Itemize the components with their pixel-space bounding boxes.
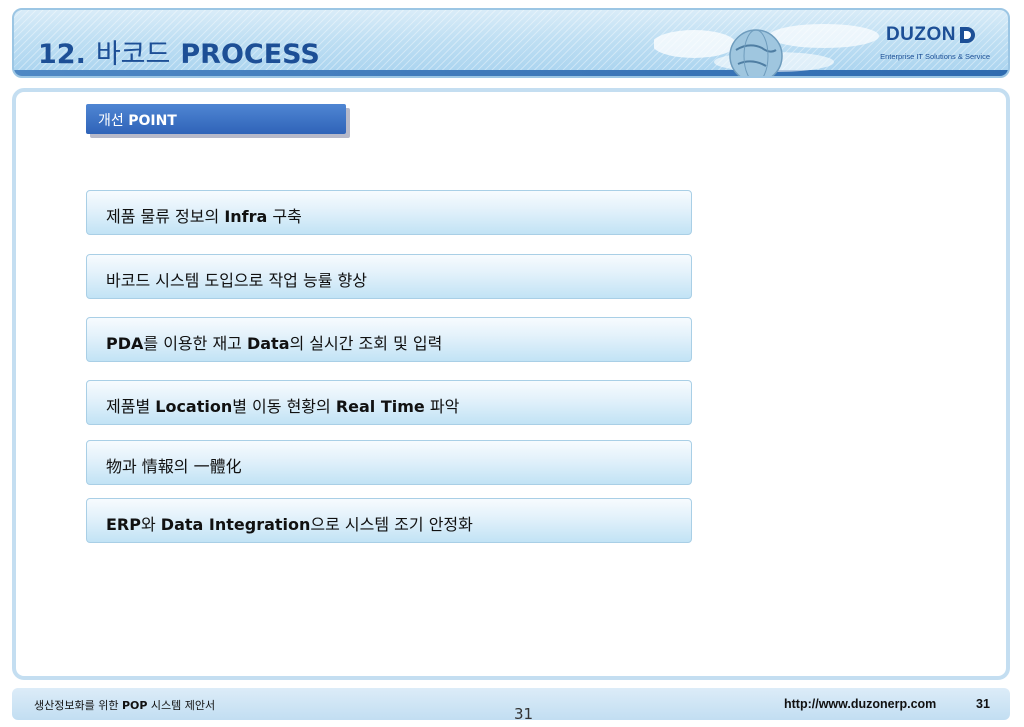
proposal-title: 생산정보화를 위한 POP 시스템 제안서 bbox=[34, 697, 215, 713]
improvement-item: 제품별 Location별 이동 현황의 Real Time 파악 bbox=[86, 380, 692, 425]
title-korean: 바코드 bbox=[95, 39, 171, 70]
improvement-item: 바코드 시스템 도입으로 작업 능률 향상 bbox=[86, 254, 692, 299]
footer-left-prefix: 생산정보화를 위한 bbox=[34, 699, 122, 712]
title-english: PROCESS bbox=[180, 39, 320, 70]
item-text-strong: Location bbox=[155, 397, 233, 416]
brand-name: DUZON bbox=[885, 24, 956, 45]
item-text: 바코드 시스템 도입으로 작업 능률 향상 bbox=[106, 271, 367, 290]
item-text-strong: Infra bbox=[224, 207, 268, 226]
globe-cloud-illustration bbox=[654, 24, 879, 76]
item-text: 별 이동 현황의 bbox=[232, 397, 336, 416]
improvement-item: PDA를 이용한 재고 Data의 실시간 조회 및 입력 bbox=[86, 317, 692, 362]
item-text-strong: Data Integration bbox=[160, 515, 311, 534]
slide-footer: 생산정보화를 위한 POP 시스템 제안서 31 http://www.duzo… bbox=[12, 688, 1010, 723]
item-text: 를 이용한 재고 bbox=[143, 334, 247, 353]
duzon-logo: DUZON Enterprise IT Solutions & Service bbox=[864, 24, 994, 70]
footer-page-number: 31 bbox=[976, 697, 990, 711]
item-text-strong: Data bbox=[246, 334, 290, 353]
item-text: 구축 bbox=[267, 207, 302, 226]
improvement-item: ERP와 Data Integration으로 시스템 조기 안정화 bbox=[86, 498, 692, 543]
item-text: 와 bbox=[140, 515, 161, 534]
item-text: 의 실시간 조회 및 입력 bbox=[289, 334, 443, 353]
point-tab-prefix: 개선 bbox=[98, 113, 124, 129]
center-page-number: 31 bbox=[514, 705, 534, 723]
item-text: 物과 情報의 一體化 bbox=[106, 457, 242, 476]
improvement-point-tab: 개선 POINT bbox=[86, 104, 346, 134]
title-number: 12. bbox=[38, 39, 86, 70]
improvement-item: 物과 情報의 一體化 bbox=[86, 440, 692, 485]
company-url-link[interactable]: http://www.duzonerp.com bbox=[784, 697, 936, 711]
item-text-strong: Real Time bbox=[335, 397, 425, 416]
improvement-item: 제품 물류 정보의 Infra 구축 bbox=[86, 190, 692, 235]
point-tab-strong: POINT bbox=[128, 113, 177, 129]
item-text: 제품별 bbox=[106, 397, 156, 416]
footer-left-strong: POP bbox=[121, 699, 148, 712]
item-text: 으로 시스템 조기 안정화 bbox=[310, 515, 473, 534]
brand-tagline: Enterprise IT Solutions & Service bbox=[880, 52, 990, 61]
item-text-strong: ERP bbox=[106, 515, 141, 534]
footer-left-suffix: 시스템 제안서 bbox=[147, 699, 216, 712]
item-text: 파악 bbox=[424, 397, 460, 416]
duzon-d-mark-icon bbox=[960, 27, 975, 43]
slide-header: 12. 바코드 PROCESS DUZON Enterprise IT Soluti… bbox=[12, 8, 1010, 78]
item-text-strong: PDA bbox=[106, 334, 144, 353]
slide-title: 12. 바코드 PROCESS bbox=[38, 32, 320, 71]
item-text: 제품 물류 정보의 bbox=[106, 207, 225, 226]
